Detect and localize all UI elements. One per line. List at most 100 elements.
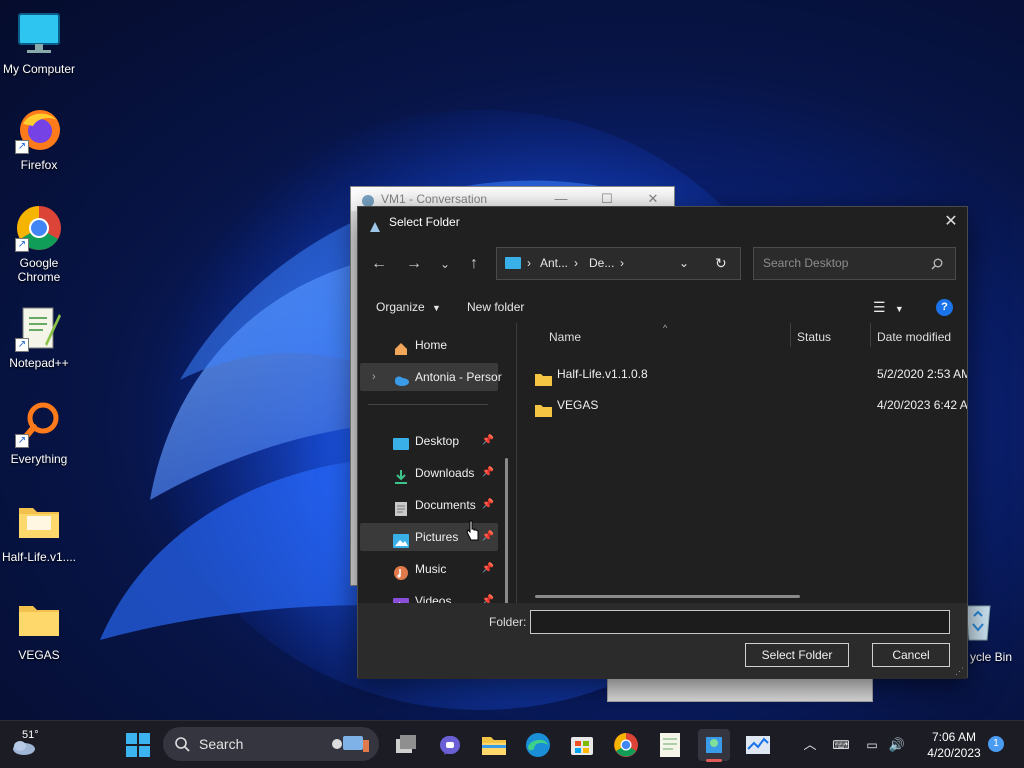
- weather-widget[interactable]: 51°: [8, 729, 68, 761]
- clock[interactable]: 7:06 AM 4/20/2023: [914, 729, 994, 761]
- resize-grip-icon[interactable]: ⋰: [955, 666, 964, 677]
- document-icon: [393, 498, 409, 516]
- organize-menu-button[interactable]: Organize ▼: [376, 293, 441, 322]
- windows-logo-icon: [126, 733, 150, 757]
- microsoft-store-icon[interactable]: [566, 729, 598, 761]
- column-header-date-modified[interactable]: Date modified: [877, 323, 951, 351]
- file-row[interactable]: Half-Life.v1.1.0.8 5/2/2020 2:53 AM: [535, 360, 967, 388]
- nav-item-home[interactable]: Home: [360, 331, 498, 359]
- pin-icon: 📌: [481, 595, 494, 603]
- desktop-icon-label: VEGAS: [18, 648, 60, 662]
- folder-input[interactable]: [530, 610, 950, 634]
- pin-icon: 📌: [481, 435, 494, 446]
- file-date-modified: 4/20/2023 6:42 AM: [877, 398, 967, 412]
- shortcut-arrow-icon: ↗: [15, 338, 29, 352]
- file-name: VEGAS: [557, 398, 599, 412]
- nav-item-documents[interactable]: Documents 📌: [360, 491, 498, 519]
- chevron-down-icon: ▼: [894, 304, 904, 314]
- nav-item-music[interactable]: Music 📌: [360, 555, 498, 583]
- chrome-icon: ↗: [15, 204, 63, 252]
- desktop-icon-my-computer[interactable]: My Computer: [1, 10, 77, 76]
- navigation-pane: Home › Antonia - Persor Desktop 📌 Downlo…: [358, 323, 508, 603]
- desktop-icon-everything[interactable]: ↗ Everything: [1, 400, 77, 466]
- pin-icon: 📌: [481, 499, 494, 510]
- address-bar[interactable]: › Ant... › De... › ⌄ ↻: [496, 247, 741, 280]
- nav-item-onedrive[interactable]: › Antonia - Persor: [360, 363, 502, 391]
- new-folder-button[interactable]: New folder: [467, 293, 524, 321]
- nav-pane-scrollbar[interactable]: [505, 458, 508, 603]
- desktop-icon-firefox[interactable]: ↗ Firefox: [1, 106, 77, 172]
- forward-arrow-icon[interactable]: →: [399, 247, 429, 281]
- weather-temperature: 51°: [22, 729, 39, 741]
- folder-icon: [15, 596, 63, 644]
- column-divider[interactable]: [790, 323, 791, 347]
- chrome-icon[interactable]: [610, 729, 642, 761]
- pin-icon: 📌: [481, 563, 494, 574]
- dialog-footer: Folder: Select Folder Cancel ⋰: [358, 603, 967, 679]
- task-view-icon[interactable]: [390, 729, 422, 761]
- pin-icon: 📌: [481, 531, 494, 542]
- notification-badge[interactable]: 1: [988, 736, 1004, 752]
- desktop-icon-notepadpp[interactable]: ↗ Notepad++: [1, 304, 77, 370]
- desktop-icon-label: Google Chrome: [17, 256, 61, 284]
- desktop-icon-half-life-folder[interactable]: Half-Life.v1....: [1, 498, 77, 564]
- desktop-icon-vegas-folder[interactable]: VEGAS: [1, 596, 77, 662]
- up-arrow-icon[interactable]: ↑: [459, 247, 489, 281]
- view-options-button[interactable]: ☰ ▼: [873, 293, 904, 323]
- taskbar: 51° Search ︿ ⌨ ▭ 🔊 7:06 AM 4/20/2023: [0, 720, 1024, 768]
- recent-locations-chevron-icon[interactable]: ⌄: [430, 247, 460, 281]
- column-divider[interactable]: [870, 323, 871, 347]
- nav-item-label: Documents: [415, 498, 476, 512]
- address-history-chevron-icon[interactable]: ⌄: [679, 248, 689, 279]
- list-view-icon: ☰: [873, 299, 886, 315]
- folder-icon: [15, 498, 63, 546]
- horizontal-scrollbar[interactable]: [535, 595, 800, 598]
- desktop-icon-label: Half-Life.v1....: [1, 550, 77, 564]
- show-hidden-icons-chevron-icon[interactable]: ︿: [800, 721, 820, 768]
- taskbar-search[interactable]: Search: [163, 727, 379, 761]
- select-folder-button[interactable]: Select Folder: [745, 643, 849, 667]
- file-explorer-icon[interactable]: [478, 729, 510, 761]
- refresh-icon[interactable]: ↻: [715, 248, 727, 279]
- shortcut-arrow-icon: ↗: [15, 238, 29, 252]
- start-button[interactable]: [122, 729, 154, 761]
- column-header-name[interactable]: Name: [549, 323, 581, 351]
- cancel-button[interactable]: Cancel: [872, 643, 950, 667]
- select-folder-dialog[interactable]: Select Folder ✕ ← → ⌄ ↑ › Ant... › De...…: [357, 206, 968, 679]
- breadcrumb-desktop[interactable]: De...: [589, 248, 614, 279]
- network-icon[interactable]: ▭: [862, 721, 882, 768]
- breadcrumb-separator: ›: [620, 256, 624, 270]
- volume-icon[interactable]: 🔊: [886, 721, 908, 768]
- help-icon[interactable]: ?: [936, 299, 953, 316]
- nav-item-label: Desktop: [415, 434, 460, 448]
- nav-item-videos[interactable]: Videos 📌: [360, 587, 498, 603]
- back-arrow-icon[interactable]: ←: [364, 247, 394, 281]
- dialog-titlebar[interactable]: Select Folder ✕: [358, 207, 967, 237]
- dialog-title: Select Folder: [389, 215, 460, 229]
- app-icon: [361, 192, 375, 207]
- performance-monitor-icon[interactable]: [742, 729, 774, 761]
- conversation-window-title: VM1 - Conversation: [381, 192, 488, 206]
- expand-chevron-icon[interactable]: ›: [372, 363, 376, 391]
- nav-item-desktop[interactable]: Desktop 📌: [360, 427, 498, 455]
- desktop-icon-label: My Computer: [2, 62, 76, 76]
- notepadpp-icon[interactable]: [654, 729, 686, 761]
- close-icon[interactable]: ✕: [935, 207, 967, 237]
- search-box[interactable]: Search Desktop: [753, 247, 956, 280]
- file-date-modified: 5/2/2020 2:53 AM: [877, 367, 967, 381]
- breadcrumb-user[interactable]: Ant...: [540, 248, 568, 279]
- active-indicator: [706, 759, 722, 762]
- shortcut-arrow-icon: ↗: [15, 434, 29, 448]
- column-header-status[interactable]: Status: [797, 323, 831, 351]
- keyboard-icon[interactable]: ⌨: [830, 721, 852, 768]
- search-icon: [931, 258, 943, 270]
- vm-conversation-taskbar-icon[interactable]: [698, 729, 730, 762]
- teams-chat-icon[interactable]: [434, 729, 466, 761]
- desktop-icon-chrome[interactable]: ↗ Google Chrome: [1, 204, 77, 284]
- edge-icon[interactable]: [522, 729, 554, 761]
- home-icon: [393, 338, 409, 355]
- nav-item-label: Home: [415, 338, 448, 352]
- file-row[interactable]: VEGAS 4/20/2023 6:42 AM: [535, 391, 967, 419]
- nav-item-downloads[interactable]: Downloads 📌: [360, 459, 498, 487]
- app-icon: [368, 215, 382, 232]
